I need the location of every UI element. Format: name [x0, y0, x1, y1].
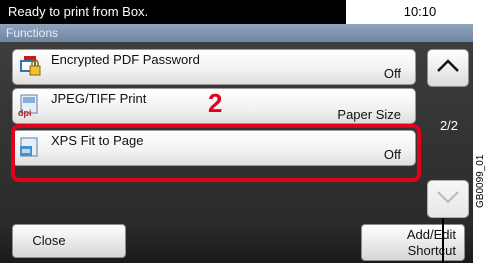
list-item-encrypted-pdf-password[interactable]: Encrypted PDF Password Off [12, 49, 416, 85]
item-label: XPS Fit to Page [51, 133, 144, 148]
item-value: Paper Size [337, 107, 401, 122]
scroll-down-button[interactable] [427, 180, 469, 218]
figure-code: GB0099_01 [475, 154, 486, 208]
page-indicator: 2/2 [439, 118, 459, 133]
item-value: Off [383, 147, 401, 162]
item-label: JPEG/TIFF Print [51, 91, 147, 106]
item-label: Encrypted PDF Password [51, 52, 200, 67]
scroll-column: 2/2 [425, 42, 473, 222]
status-time: 10:10 [403, 4, 437, 19]
page-title: Functions [0, 24, 473, 42]
callout-line [442, 218, 444, 263]
status-bar: Ready to print from Box. 10:10 [0, 0, 473, 24]
pdf-lock-icon [18, 54, 42, 78]
annotation-step-number: 2 [208, 88, 223, 118]
close-button[interactable]: Close [12, 224, 126, 258]
screen: Ready to print from Box. 10:10 Functions… [0, 0, 473, 263]
bottom-bar: Close Add/Edit Shortcut [0, 222, 473, 263]
dpi-label: dpi [18, 108, 32, 118]
xps-icon [18, 135, 42, 159]
chevron-up-icon [436, 58, 460, 78]
chevron-down-icon [436, 190, 460, 209]
function-list-panel: Encrypted PDF Password Off dpi JPEG/TIFF… [0, 42, 473, 222]
dpi-icon: dpi [18, 93, 42, 118]
list-item-xps-fit-to-page[interactable]: XPS Fit to Page Off [12, 130, 416, 166]
item-value: Off [383, 66, 401, 81]
status-message: Ready to print from Box. [0, 0, 346, 24]
scroll-up-button[interactable] [427, 49, 469, 87]
add-edit-shortcut-button[interactable]: Add/Edit Shortcut [361, 224, 465, 261]
